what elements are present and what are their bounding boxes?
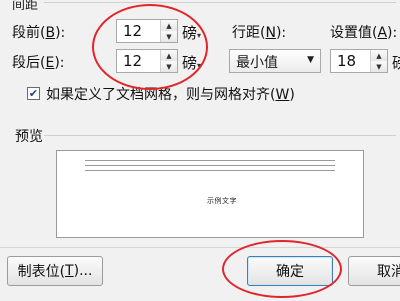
line-spacing-select[interactable]: 最小值 ▼ <box>229 49 321 73</box>
preview-previous-paragraph-line <box>85 160 335 161</box>
setting-value-value[interactable]: 18 <box>337 52 356 70</box>
spin-down-icon[interactable]: ▼ <box>371 61 387 72</box>
after-spacing-label: 段后(E): <box>12 55 65 71</box>
spacing-section-title: 间距 <box>12 0 39 13</box>
highlight-annotation <box>92 4 208 90</box>
line-spacing-label: 行距(N): <box>232 25 287 41</box>
footer-divider <box>0 247 400 248</box>
before-spacing-label: 段前(B): <box>12 25 66 41</box>
highlight-annotation <box>222 240 342 298</box>
cancel-button[interactable]: 取消 <box>348 256 400 286</box>
checkmark-icon: ✔ <box>28 87 39 100</box>
preview-box: 示例文字 <box>56 150 364 238</box>
preview-section-title: 预览 <box>15 129 43 145</box>
section-divider <box>44 2 396 3</box>
setting-value-unit[interactable]: 磅 <box>392 52 400 73</box>
setting-value-label: 设置值(A): <box>330 25 398 41</box>
paragraph-dialog: 间距 段前(B): 12 ▲ ▼ 磅▾ 行距(N): 设置值(A): 段后(E)… <box>0 0 400 301</box>
setting-value-spinner[interactable]: 18 ▲ ▼ <box>330 49 388 73</box>
preview-previous-paragraph-line <box>85 165 335 166</box>
preview-sample-text: 示例文字 <box>207 197 237 205</box>
snap-to-grid-checkbox[interactable]: ✔ <box>27 87 40 100</box>
line-spacing-value: 最小值 <box>236 55 278 71</box>
preview-previous-paragraph-line <box>85 170 335 171</box>
section-divider <box>44 135 396 136</box>
dropdown-arrow-icon: ▼ <box>307 55 314 65</box>
spinner-arrows: ▲ ▼ <box>370 50 387 72</box>
tabs-button[interactable]: 制表位(T)... <box>7 256 103 286</box>
